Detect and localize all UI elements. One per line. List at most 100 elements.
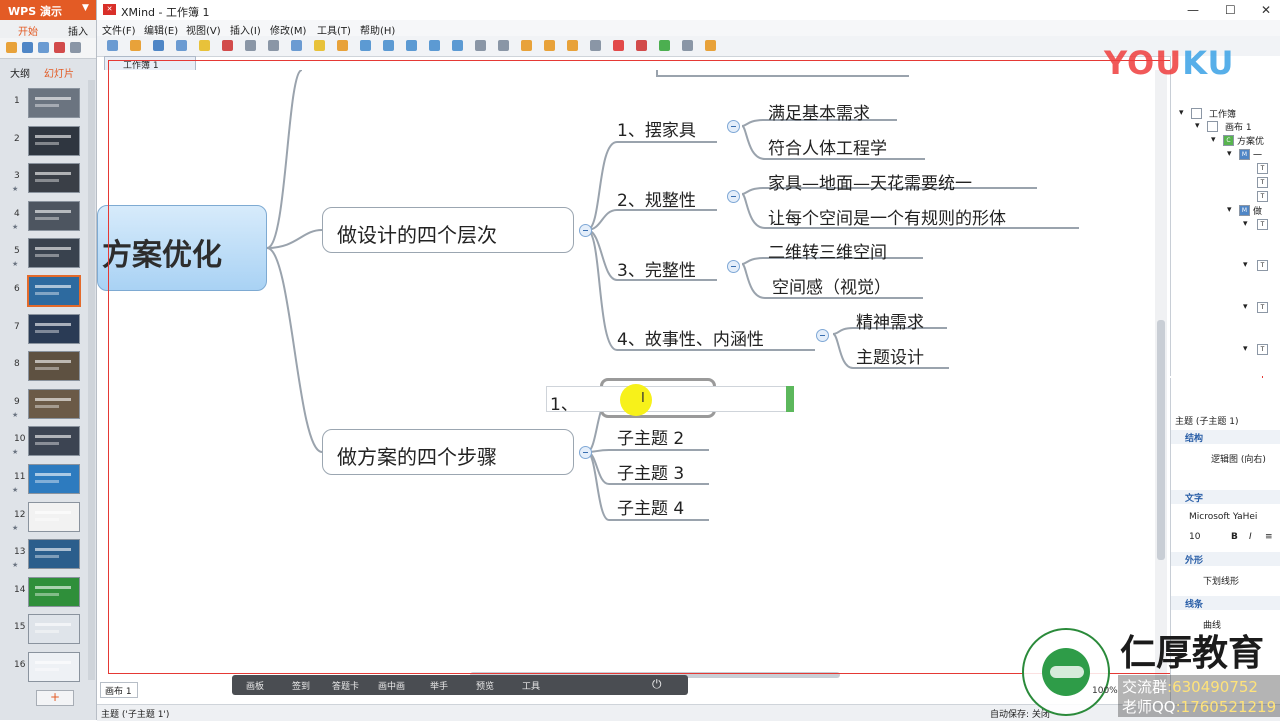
slides-scrollbar[interactable] (88, 80, 95, 680)
section-shape[interactable]: 外形 (1171, 552, 1280, 566)
font-size-input[interactable]: 10 (1189, 532, 1200, 542)
menu-tools[interactable]: 工具(T) (317, 22, 351, 37)
tab-slides[interactable]: 幻灯片 (44, 65, 74, 80)
wps-app-title[interactable]: WPS 演示 ▼ (0, 0, 96, 20)
copy-icon[interactable] (268, 40, 279, 51)
close-button[interactable]: ✕ (1261, 3, 1271, 17)
slide-thumbnail[interactable]: 4 ★ (0, 199, 96, 235)
slide-preview[interactable] (28, 464, 80, 494)
outline-main-2[interactable]: 做 (1253, 204, 1262, 217)
menu-edit[interactable]: 编辑(E) (144, 22, 178, 37)
delete-icon[interactable] (314, 40, 325, 51)
fb-preview[interactable]: 预览 (476, 679, 494, 692)
tree-expand-icon[interactable]: ▾ (1227, 205, 1232, 215)
slide-preview[interactable] (28, 351, 80, 382)
floating-topic-icon[interactable] (406, 40, 417, 51)
topic-icon[interactable] (360, 40, 371, 51)
slide-thumbnail[interactable]: 5 ★ (0, 236, 96, 272)
boundary-icon[interactable] (590, 40, 601, 51)
tree-expand-icon[interactable]: ▾ (1243, 260, 1248, 270)
fb-tools[interactable]: 工具 (522, 679, 540, 692)
image-icon[interactable] (498, 40, 509, 51)
preview-icon[interactable] (70, 42, 81, 53)
italic-icon[interactable]: I (1249, 532, 1252, 542)
callout-icon[interactable] (429, 40, 440, 51)
section-text[interactable]: 文字 (1171, 490, 1280, 504)
save-icon[interactable] (22, 42, 33, 53)
slide-preview[interactable] (27, 275, 81, 307)
undo-icon[interactable] (199, 40, 210, 51)
sheet-tab[interactable]: 画布 1 (100, 682, 138, 698)
drill-down-icon[interactable] (659, 40, 670, 51)
export-pdf-icon[interactable] (54, 42, 65, 53)
slide-thumbnail[interactable]: 12 ★ (0, 500, 96, 536)
slide-preview[interactable] (28, 539, 80, 570)
minimize-button[interactable]: — (1187, 3, 1199, 17)
marker-icon[interactable] (521, 40, 532, 51)
shape-value[interactable]: 下划线形 (1203, 574, 1239, 587)
tree-expand-icon[interactable]: ▾ (1195, 121, 1200, 131)
maximize-button[interactable]: ☐ (1225, 3, 1236, 17)
slide-preview[interactable] (28, 614, 80, 645)
open-icon[interactable] (6, 42, 17, 53)
section-structure[interactable]: 结构 (1171, 430, 1280, 444)
bold-icon[interactable]: B (1231, 532, 1238, 542)
slide-thumbnail[interactable]: 10 ★ (0, 424, 96, 460)
fb-pip[interactable]: 画中画 (378, 679, 405, 692)
open-icon[interactable] (130, 40, 141, 51)
menu-view[interactable]: 视图(V) (186, 22, 221, 37)
fb-signin[interactable]: 签到 (292, 679, 310, 692)
slide-preview[interactable] (28, 200, 80, 231)
slide-preview[interactable] (28, 163, 80, 194)
slide-preview[interactable] (28, 238, 80, 269)
slide-preview[interactable] (28, 501, 80, 532)
slide-thumbnail[interactable]: 8 (0, 349, 96, 385)
drill-up-icon[interactable] (682, 40, 693, 51)
slide-thumbnail[interactable]: 1 (0, 86, 96, 122)
align-icon[interactable]: ≡ (1265, 532, 1273, 542)
outline-main-1[interactable]: 一 (1253, 148, 1262, 161)
tree-expand-icon[interactable]: ▾ (1243, 302, 1248, 312)
power-icon[interactable]: ⏻ (652, 677, 662, 692)
tab-insert[interactable]: 插入 (68, 23, 88, 38)
tree-expand-icon[interactable]: ▾ (1243, 219, 1248, 229)
section-line[interactable]: 线条 (1171, 596, 1280, 610)
slide-thumbnail[interactable]: 15 (0, 612, 96, 648)
idea-icon[interactable] (337, 40, 348, 51)
structure-value[interactable]: 逻辑图 (向右) (1211, 452, 1266, 465)
tree-expand-icon[interactable]: ▾ (1243, 344, 1248, 354)
menu-file[interactable]: 文件(F) (102, 22, 136, 37)
slide-preview[interactable] (28, 652, 80, 682)
slide-thumbnail[interactable]: 6 (0, 274, 96, 310)
tab-outline[interactable]: 大纲 (10, 65, 30, 80)
fb-board[interactable]: 画板 (246, 679, 264, 692)
slide-preview[interactable] (28, 313, 80, 344)
outline-workbook[interactable]: 工作簿 (1209, 107, 1236, 120)
link-icon[interactable] (475, 40, 486, 51)
summary-icon[interactable] (613, 40, 624, 51)
slide-preview[interactable] (28, 88, 80, 118)
menu-insert[interactable]: 插入(I) (230, 22, 261, 37)
outline-central[interactable]: 方案优 (1237, 134, 1264, 147)
cut-icon[interactable] (245, 40, 256, 51)
subtopic-icon[interactable] (383, 40, 394, 51)
slide-preview[interactable] (28, 125, 80, 156)
font-name-select[interactable]: Microsoft YaHei (1189, 512, 1257, 522)
fb-answer-card[interactable]: 答题卡 (332, 679, 359, 692)
slide-thumbnail[interactable]: 16 (0, 650, 96, 686)
outline-sheet[interactable]: 画布 1 (1225, 120, 1252, 133)
slide-preview[interactable] (28, 576, 80, 607)
tree-expand-icon[interactable]: ▾ (1227, 149, 1232, 159)
slide-thumbnail[interactable]: 13 ★ (0, 537, 96, 573)
slide-preview[interactable] (28, 388, 80, 419)
slide-thumbnail[interactable]: 2 (0, 124, 96, 160)
add-slide-button[interactable]: + (36, 690, 74, 706)
tree-expand-icon[interactable]: ▾ (1179, 108, 1184, 118)
stop-icon[interactable] (636, 40, 647, 51)
redo-icon[interactable] (222, 40, 233, 51)
note-icon[interactable] (544, 40, 555, 51)
slide-thumbnail[interactable]: 7 (0, 312, 96, 348)
paste-icon[interactable] (291, 40, 302, 51)
menu-help[interactable]: 帮助(H) (360, 22, 395, 37)
chevron-down-icon[interactable]: ▼ (82, 3, 89, 13)
